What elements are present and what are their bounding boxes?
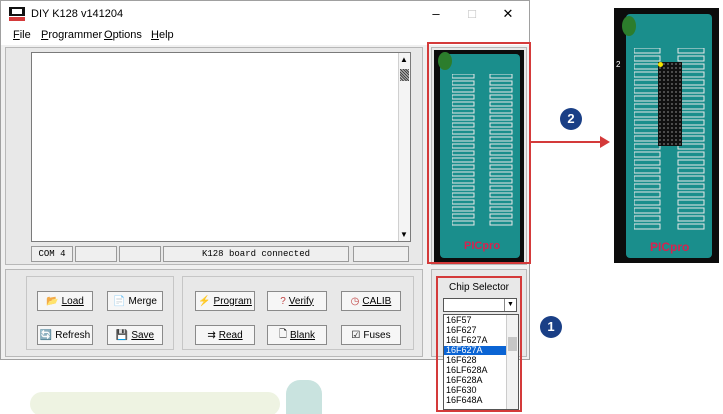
calib-icon: ◷ [350, 295, 360, 307]
status-progress [353, 246, 409, 262]
socket-zoom: 2 PICpro [614, 8, 719, 263]
socket-zoom-brand-label: PICpro [650, 240, 690, 254]
log-pane: ▲ ▼ COM 4 K128 board connected [5, 47, 423, 265]
status-message: K128 board connected [163, 246, 349, 262]
socket-highlight-box [427, 42, 531, 264]
fuses-icon: ☑ [351, 329, 361, 341]
annotation-badge-1: 1 [540, 316, 562, 338]
status-cell-empty-2 [119, 246, 161, 262]
menu-programmer[interactable]: Programmer [41, 29, 102, 41]
refresh-icon: 🔄 [39, 329, 53, 341]
program-button[interactable]: ⚡ Program [195, 291, 255, 311]
save-button[interactable]: 💾 Save [107, 325, 163, 345]
folder-open-icon: 📂 [46, 295, 59, 307]
title-bar[interactable]: DIY K128 v141204 – □ ✕ [1, 1, 529, 27]
save-icon: 💾 [115, 329, 129, 341]
load-button[interactable]: 📂 Load [37, 291, 93, 311]
minimize-button[interactable]: – [421, 5, 451, 23]
read-icon: ⇉ [207, 329, 216, 341]
annotation-arrow-line [530, 141, 604, 143]
socket-zoom-led-icon [622, 16, 636, 36]
status-cell-empty-1 [75, 246, 117, 262]
pin-number-label: 2 [616, 60, 621, 69]
status-port: COM 4 [31, 246, 73, 262]
scroll-thumb[interactable] [400, 69, 409, 81]
window-title: DIY K128 v141204 [31, 8, 124, 20]
scroll-down-icon[interactable]: ▼ [400, 230, 408, 239]
log-textarea[interactable]: ▲ ▼ [31, 52, 411, 242]
read-button[interactable]: ⇉ Read [195, 325, 255, 345]
merge-button[interactable]: 📄 Merge [107, 291, 163, 311]
annotation-arrow-icon [600, 136, 610, 148]
verify-icon: ? [280, 295, 286, 307]
merge-icon: 📄 [113, 295, 126, 307]
verify-button[interactable]: ? Verify [267, 291, 327, 311]
scroll-up-icon[interactable]: ▲ [400, 55, 408, 64]
close-button[interactable]: ✕ [493, 5, 523, 23]
file-actions-group: 📂 Load 📄 Merge 🔄 Refresh 💾 Save [26, 276, 174, 350]
decorative-banner [30, 392, 280, 414]
app-logo-icon [9, 7, 25, 21]
calib-button[interactable]: ◷ CALIB [341, 291, 401, 311]
annotation-badge-2: 2 [560, 108, 582, 130]
program-icon: ⚡ [198, 295, 211, 307]
pin1-marker-icon [658, 62, 663, 67]
status-bar: COM 4 K128 board connected [31, 246, 411, 262]
fuses-button[interactable]: ☑ Fuses [341, 325, 401, 345]
maximize-button[interactable]: □ [457, 5, 487, 23]
log-scrollbar[interactable]: ▲ ▼ [398, 53, 410, 241]
menu-file[interactable]: File [13, 29, 31, 41]
actions-pane: 📂 Load 📄 Merge 🔄 Refresh 💾 Save ⚡ Program ? Ve… [5, 269, 423, 357]
menu-help[interactable]: Help [151, 29, 174, 41]
menu-options[interactable]: Options [104, 29, 142, 41]
decorative-hand-icon [286, 380, 322, 414]
refresh-button[interactable]: 🔄 Refresh [37, 325, 93, 345]
chip-actions-group: ⚡ Program ? Verify ◷ CALIB ⇉ Read 🗋 Blank ☑ Fu… [182, 276, 414, 350]
blank-icon: 🗋 [278, 328, 288, 340]
chip-ic-icon [658, 62, 682, 146]
blank-button[interactable]: 🗋 Blank [267, 325, 327, 345]
chip-selector-highlight-box [436, 276, 522, 412]
